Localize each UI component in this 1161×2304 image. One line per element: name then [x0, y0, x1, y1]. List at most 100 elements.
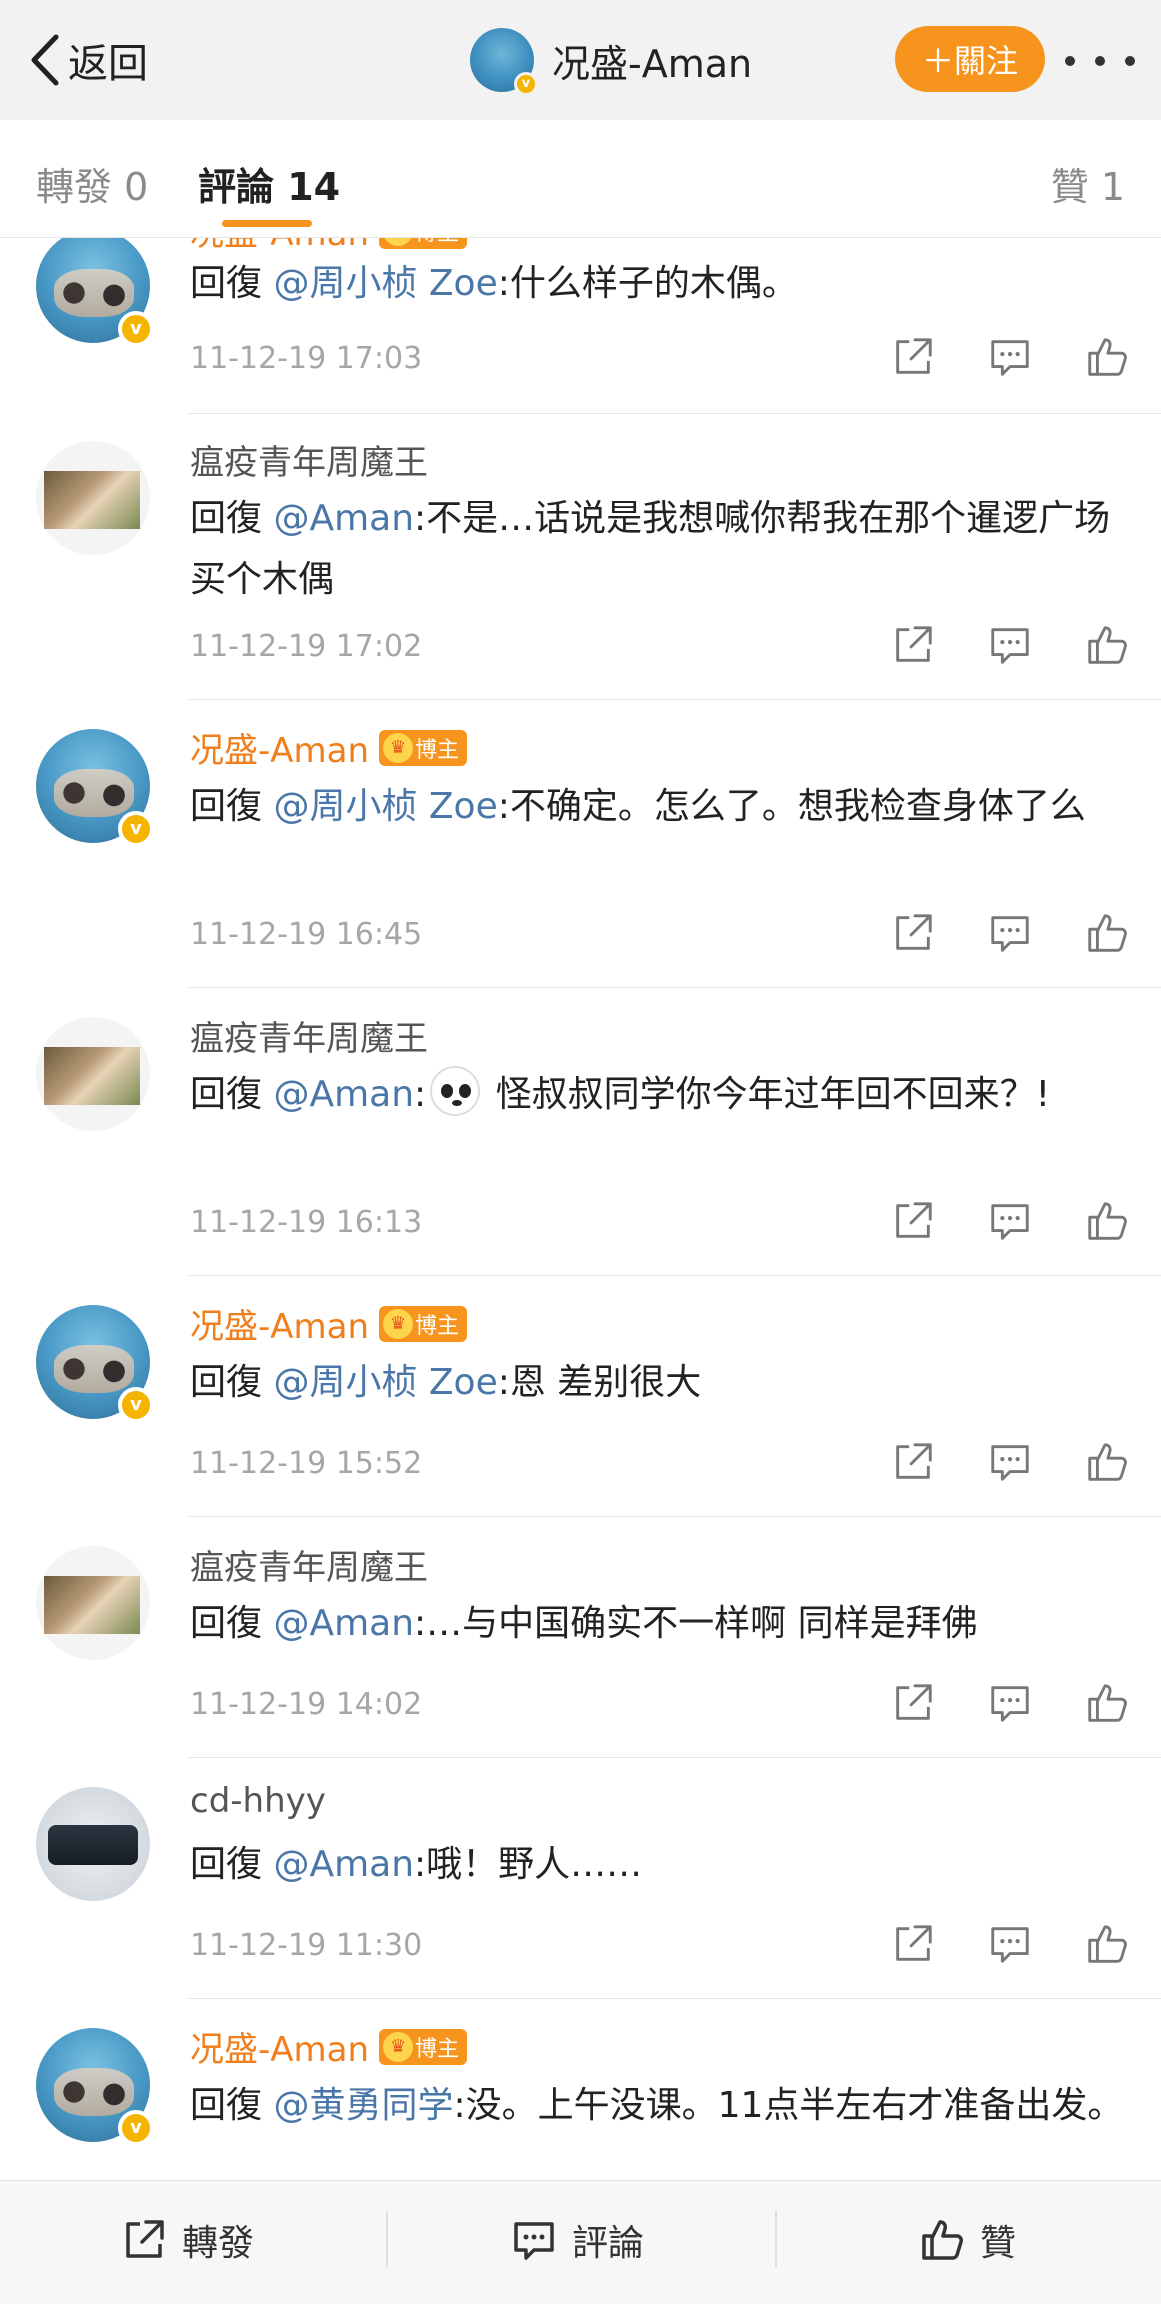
author-name[interactable]: 况盛-Aman [190, 2022, 369, 2071]
share-icon[interactable] [890, 1439, 936, 1485]
share-icon[interactable] [890, 334, 936, 380]
mention-link[interactable]: @黄勇同学 [273, 2085, 453, 2126]
comment-timestamp: 11-12-19 16:13 [190, 1205, 423, 1240]
thumbs-up-icon[interactable] [1084, 1680, 1130, 1726]
avatar[interactable] [36, 1546, 150, 1660]
comment-text: :哦！野人…… [414, 1844, 643, 1885]
avatar[interactable] [36, 441, 150, 555]
profile-title[interactable]: v 况盛-Aman [470, 26, 752, 96]
mention-link[interactable]: @周小桢 Zoe [273, 263, 497, 304]
chevron-left-icon [31, 34, 59, 86]
comment-actions [890, 1196, 1130, 1246]
thumbs-up-icon[interactable] [1084, 622, 1130, 668]
mention-link[interactable]: @Aman [273, 1074, 414, 1115]
author-name[interactable]: 况盛-Aman [190, 1299, 369, 1348]
avatar[interactable]: v [36, 1305, 154, 1423]
comment-list[interactable]: v况盛-Aman♛博主回復 @周小桢 Zoe:什么样子的木偶。11-12-19 … [0, 238, 1161, 2180]
reply-prefix: 回復 [190, 1603, 274, 1644]
mention-link[interactable]: @周小桢 Zoe [273, 786, 497, 827]
share-icon[interactable] [890, 1680, 936, 1726]
avatar[interactable] [36, 1787, 150, 1901]
tab-likes[interactable]: 贊 1 [1051, 156, 1125, 211]
share-icon[interactable] [890, 910, 936, 956]
comment-actions [890, 1437, 1130, 1487]
comment-button[interactable]: 評論 [510, 2205, 644, 2275]
comment-item[interactable]: 瘟疫青年周魔王 回復 @Aman: 怪叔叔同学你今年过年回不回来？! 11-12-1… [0, 988, 1161, 1276]
author-name[interactable]: 况盛-Aman [190, 723, 369, 772]
reply-prefix: 回復 [190, 1074, 274, 1115]
reply-prefix: 回復 [190, 1362, 274, 1403]
reply-prefix: 回復 [190, 1844, 274, 1885]
comment-icon[interactable] [987, 622, 1033, 668]
comment-item[interactable]: 瘟疫青年周魔王 回復 @Aman:…与中国确实不一样啊 同样是拜佛 11-12-19… [0, 1517, 1161, 1758]
divider [386, 2211, 388, 2267]
verified-badge-icon: v [118, 1387, 154, 1423]
avatar[interactable]: v [36, 2028, 154, 2146]
divider [775, 2211, 777, 2267]
comment-icon[interactable] [987, 1921, 1033, 1967]
author-name[interactable]: 瘟疫青年周魔王 [190, 1540, 428, 1589]
comment-author[interactable]: 况盛-Aman ♛博主 [190, 1299, 468, 1348]
thumbs-up-icon[interactable] [1084, 1921, 1130, 1967]
comment-body: 回復 @黄勇同学:没。上午没课。11点半左右才准备出发。 [190, 2075, 1130, 2136]
avatar[interactable] [36, 1017, 150, 1131]
comment-author[interactable]: 瘟疫青年周魔王 [190, 1011, 428, 1060]
thumbs-up-icon[interactable] [1084, 910, 1130, 956]
comment-body: 回復 @Aman: 怪叔叔同学你今年过年回不回来？! [190, 1064, 1130, 1125]
comment-body: 回復 @Aman:不是…话说是我想喊你帮我在那个暹逻广场买个木偶 [190, 488, 1130, 610]
comment-icon[interactable] [987, 910, 1033, 956]
thumbs-up-icon[interactable] [1084, 334, 1130, 380]
comment-author[interactable]: 况盛-Aman ♛博主 [190, 2022, 468, 2071]
author-name[interactable]: 瘟疫青年周魔王 [190, 1011, 428, 1060]
share-icon[interactable] [890, 622, 936, 668]
blogger-badge: ♛博主 [379, 2028, 468, 2065]
avatar[interactable]: v [36, 729, 154, 847]
author-name[interactable]: cd-hhyy [190, 1781, 326, 1821]
comment-item[interactable]: 瘟疫青年周魔王 回復 @Aman:不是…话说是我想喊你帮我在那个暹逻广场买个木偶 1… [0, 414, 1161, 700]
comment-author[interactable]: 瘟疫青年周魔王 [190, 435, 428, 484]
tab-repost[interactable]: 轉發 0 [36, 156, 148, 211]
comment-author[interactable]: cd-hhyy [190, 1781, 326, 1821]
comment-icon[interactable] [987, 1680, 1033, 1726]
crown-icon: ♛ [383, 1308, 414, 1339]
mention-link[interactable]: @周小桢 Zoe [273, 1362, 497, 1403]
avatar[interactable]: v [470, 28, 538, 96]
author-name[interactable]: 瘟疫青年周魔王 [190, 435, 428, 484]
thumbs-up-icon[interactable] [1084, 1198, 1130, 1244]
comment-item[interactable]: v况盛-Aman♛博主回復 @周小桢 Zoe:什么样子的木偶。11-12-19 … [0, 238, 1161, 414]
follow-button[interactable]: ＋關注 [895, 26, 1045, 92]
tab-bar: 轉發 0 評論 14 贊 1 [0, 120, 1161, 238]
mention-link[interactable]: @Aman [273, 498, 414, 539]
back-button[interactable]: 返回 [28, 28, 148, 92]
comment-icon[interactable] [987, 1198, 1033, 1244]
share-icon[interactable] [890, 1921, 936, 1967]
reply-prefix: 回復 [190, 786, 274, 827]
comment-author[interactable]: 况盛-Aman ♛博主 [190, 723, 468, 772]
comment-author[interactable]: 瘟疫青年周魔王 [190, 1540, 428, 1589]
comment-icon[interactable] [987, 334, 1033, 380]
comment-item[interactable]: v 况盛-Aman ♛ 博主 回復 @周小桢 Zoe:恩 差别很大 11-12-19 15… [0, 1276, 1161, 1517]
mention-link[interactable]: @Aman [273, 1844, 414, 1885]
comment-item[interactable]: v 况盛-Aman ♛ 博主回復 @黄勇同学:没。上午没课。11点半左右才准备出发。 [0, 1999, 1161, 2180]
thumbs-up-icon[interactable] [1084, 1439, 1130, 1485]
panda-emoji-icon [430, 1066, 481, 1116]
badge-label: 博主 [415, 1313, 460, 1339]
comment-text: 怪叔叔同学你今年过年回不回来？! [484, 1074, 1051, 1115]
thumbs-up-icon [922, 2220, 963, 2260]
comment-actions [890, 620, 1130, 670]
comment-text: :恩 差别很大 [497, 1362, 702, 1403]
tab-comments[interactable]: 評論 14 [198, 156, 340, 211]
like-button[interactable]: 贊 [918, 2205, 1016, 2275]
avatar[interactable]: v [36, 238, 154, 347]
comment-item[interactable]: v 况盛-Aman ♛ 博主 回復 @周小桢 Zoe:不确定。怎么了。想我检查身体了么 1… [0, 700, 1161, 988]
comment-icon [514, 2222, 554, 2260]
verified-badge-icon: v [514, 72, 538, 96]
comment-timestamp: 11-12-19 14:02 [190, 1687, 423, 1722]
mention-link[interactable]: @Aman [273, 1603, 414, 1644]
comment-item[interactable]: cd-hhyy 回復 @Aman:哦！野人…… 11-12-19 11:30 [0, 1758, 1161, 1999]
more-options-icon[interactable] [1065, 36, 1135, 86]
active-tab-indicator [222, 220, 312, 227]
comment-icon[interactable] [987, 1439, 1033, 1485]
share-icon[interactable] [890, 1198, 936, 1244]
repost-button[interactable]: 轉發 [120, 2205, 254, 2275]
